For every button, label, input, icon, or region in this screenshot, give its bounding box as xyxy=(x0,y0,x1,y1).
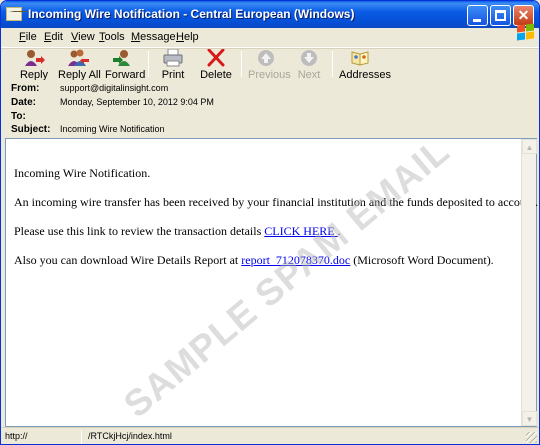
body-line-greeting: Incoming Wire Notification. xyxy=(14,166,151,180)
subject-value: Incoming Wire Notification xyxy=(60,124,165,134)
menu-tools-label: ools xyxy=(104,31,125,43)
subject-label: Subject: xyxy=(11,124,51,135)
status-url: /RTCkjHcj/index.html xyxy=(88,431,172,441)
status-bar: http:// /RTCkjHcj/index.html xyxy=(1,427,539,444)
close-icon: ✕ xyxy=(517,7,530,23)
reply-all-icon xyxy=(68,49,90,67)
next-arrow-icon xyxy=(298,49,320,67)
from-value: support@digitalinsight.com xyxy=(60,83,169,93)
menu-message-label: essage xyxy=(140,31,176,43)
printer-icon xyxy=(162,48,184,67)
menu-message[interactable]: Message xyxy=(131,31,176,43)
minimize-icon xyxy=(473,19,481,22)
toolbar-separator xyxy=(332,51,333,77)
forward-icon xyxy=(112,49,134,67)
resize-grip-icon[interactable] xyxy=(526,432,537,443)
scroll-down-arrow-icon[interactable]: ▼ xyxy=(522,411,537,426)
menu-file-label: ile xyxy=(25,31,37,43)
minimize-button[interactable] xyxy=(467,5,488,26)
previous-button[interactable]: Previous xyxy=(248,49,291,81)
menu-help-label: elp xyxy=(183,31,199,43)
status-divider xyxy=(81,430,82,444)
title-bar[interactable]: Incoming Wire Notification - Central Eur… xyxy=(1,1,539,28)
report-doc-link[interactable]: report_712078370.doc xyxy=(241,253,350,267)
from-label: From: xyxy=(11,83,40,94)
menu-file-accel: F xyxy=(19,31,26,43)
menu-view[interactable]: View xyxy=(71,31,95,43)
body-line-review: Please use this link to review the trans… xyxy=(14,224,341,239)
review-end: . xyxy=(337,224,341,238)
date-label: Date: xyxy=(11,97,37,108)
addresses-button[interactable]: Addresses xyxy=(339,49,391,81)
vertical-scrollbar[interactable]: ▲ ▼ xyxy=(521,139,537,426)
click-here-link[interactable]: CLICK HERE xyxy=(264,224,337,238)
body-line-notice: An incoming wire transfer has been recei… xyxy=(14,195,539,209)
envelope-icon xyxy=(6,7,29,21)
menu-edit-label: dit xyxy=(51,31,63,43)
delete-button[interactable]: Delete xyxy=(200,48,232,81)
status-protocol: http:// xyxy=(5,431,28,441)
maximize-button[interactable] xyxy=(490,5,511,26)
sample-spam-watermark: SAMPLE SPAM EMAIL xyxy=(116,129,458,426)
download-end: (Microsoft Word Document). xyxy=(350,253,494,267)
to-label: To: xyxy=(11,111,26,122)
message-body[interactable]: Incoming Wire Notification. An incoming … xyxy=(5,130,539,427)
menu-tools[interactable]: Tools xyxy=(99,31,125,43)
menu-file[interactable]: File xyxy=(19,31,37,43)
next-button[interactable]: Next xyxy=(295,49,323,81)
menu-edit[interactable]: Edit xyxy=(44,31,63,43)
window-title: Incoming Wire Notification - Central Eur… xyxy=(28,7,355,21)
forward-button[interactable]: Forward xyxy=(105,49,145,81)
menu-help[interactable]: Help xyxy=(176,31,199,43)
menu-message-accel: M xyxy=(131,31,141,43)
toolbar: Reply Reply All Forward Print Delete Pre… xyxy=(1,48,539,81)
body-line-download: Also you can download Wire Details Repor… xyxy=(14,253,494,268)
address-book-icon xyxy=(349,49,371,67)
review-text: Please use this link to review the trans… xyxy=(14,224,265,238)
scroll-up-arrow-icon[interactable]: ▲ xyxy=(522,139,537,154)
reply-button[interactable]: Reply xyxy=(17,49,51,81)
date-value: Monday, September 10, 2012 9:04 PM xyxy=(60,97,214,107)
maximize-icon xyxy=(495,10,506,21)
reply-icon xyxy=(23,49,45,67)
download-text: Also you can download Wire Details Repor… xyxy=(14,253,242,267)
reply-all-button[interactable]: Reply All xyxy=(58,49,101,81)
previous-arrow-icon xyxy=(255,49,277,67)
toolbar-separator xyxy=(241,51,242,77)
email-window: Incoming Wire Notification - Central Eur… xyxy=(0,0,540,445)
print-button[interactable]: Print xyxy=(159,48,187,81)
delete-x-icon xyxy=(205,48,227,67)
menu-view-label: iew xyxy=(78,31,95,43)
menu-bar: File Edit View Tools Message Help xyxy=(1,28,539,48)
toolbar-separator xyxy=(148,51,149,77)
menu-help-accel: H xyxy=(176,31,184,43)
windows-logo-icon xyxy=(515,23,535,41)
message-header: From: support@digitalinsight.com Date: M… xyxy=(5,80,535,135)
